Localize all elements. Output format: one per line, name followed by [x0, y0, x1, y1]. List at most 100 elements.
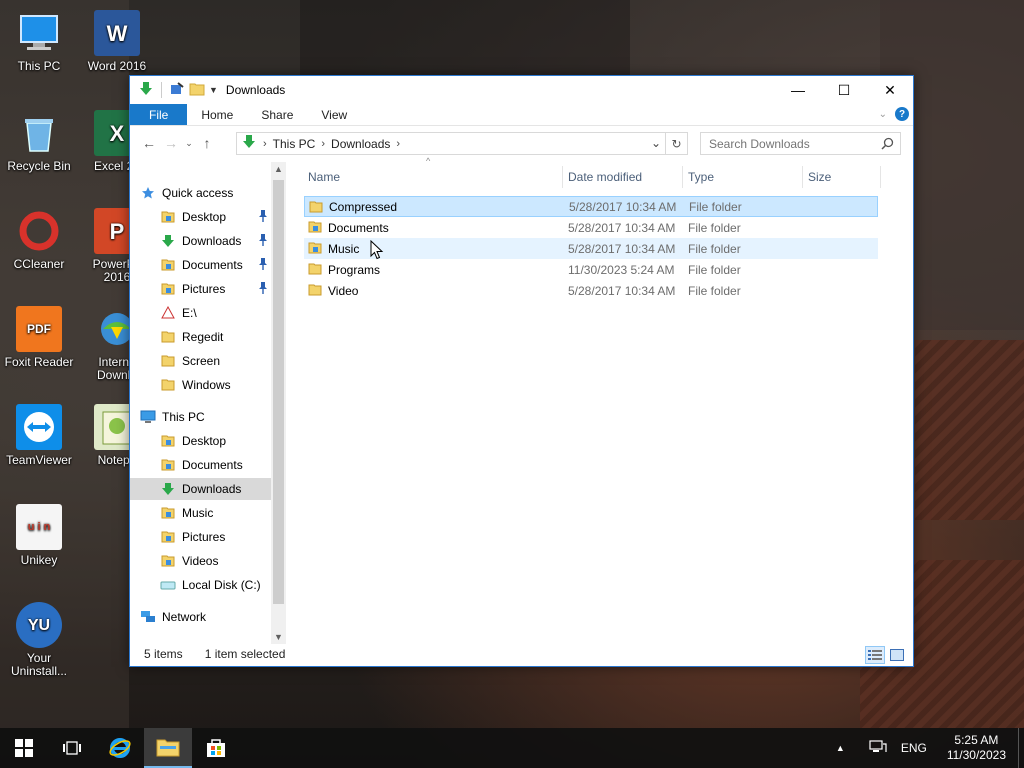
teamviewer-icon: [16, 404, 62, 450]
nav-pc-item-pictures[interactable]: Pictures: [130, 526, 271, 548]
input-language[interactable]: ENG: [893, 741, 935, 755]
nav-quick-item-regedit[interactable]: Regedit: [130, 326, 271, 348]
show-desktop-button[interactable]: [1018, 728, 1024, 768]
forward-arrow-icon[interactable]: →: [160, 135, 182, 151]
refresh-icon[interactable]: ↻: [665, 133, 687, 154]
folder-icon: [160, 481, 176, 497]
column-header-date-modified[interactable]: Date modified: [568, 162, 642, 192]
show-hidden-icons-chevron-icon[interactable]: ▲: [818, 743, 863, 753]
close-button[interactable]: ✕: [867, 76, 913, 104]
customize-toolbar-chevron-icon[interactable]: ▼: [209, 85, 218, 95]
store-bag-icon: [207, 739, 225, 757]
taskbar-file-explorer[interactable]: [144, 728, 192, 768]
nav-pc-item-music[interactable]: Music: [130, 502, 271, 524]
folder-icon: [160, 209, 176, 225]
file-row-music[interactable]: Music 5/28/2017 10:34 AM File folder: [304, 238, 878, 259]
nav-quick-item-e[interactable]: E:\: [130, 302, 271, 324]
recycle-bin-icon: [16, 110, 62, 156]
new-folder-icon[interactable]: [189, 81, 205, 100]
nav-quick-item-desktop[interactable]: Desktop: [130, 206, 271, 228]
breadcrumb-this-pc[interactable]: This PC: [273, 137, 316, 151]
desktop-icon-word[interactable]: W Word 2016: [78, 10, 156, 73]
desktop-icon-recycle-bin[interactable]: Recycle Bin: [0, 110, 78, 173]
desktop-icon-this-pc[interactable]: This PC: [0, 10, 78, 73]
column-header-size[interactable]: Size: [808, 162, 831, 192]
address-bar[interactable]: › This PC › Downloads › ⌄ ↻: [236, 132, 688, 155]
file-row-documents[interactable]: Documents 5/28/2017 10:34 AM File folder: [304, 217, 878, 238]
nav-quick-item-screen[interactable]: Screen: [130, 350, 271, 372]
expand-ribbon-chevron-icon[interactable]: ⌄: [879, 109, 887, 120]
title-bar[interactable]: ▼ Downloads — ☐ ✕: [130, 76, 913, 104]
desktop-icon-ccleaner[interactable]: CCleaner: [0, 208, 78, 271]
network-status-icon[interactable]: [863, 739, 893, 757]
column-divider[interactable]: [802, 166, 803, 188]
nav-pc-item-documents[interactable]: Documents: [130, 454, 271, 476]
selected-count: 1 item selected: [204, 647, 286, 661]
breadcrumb-chevron-icon[interactable]: ›: [396, 138, 400, 150]
item-count: 5 items: [144, 647, 183, 661]
desktop-icon-label: Unikey: [20, 553, 58, 567]
up-arrow-icon[interactable]: ↑: [196, 135, 218, 151]
file-type: File folder: [688, 241, 741, 256]
taskbar-internet-explorer[interactable]: [96, 728, 144, 768]
nav-quick-item-pictures[interactable]: Pictures: [130, 278, 271, 300]
details-view-button[interactable]: [865, 646, 885, 664]
column-divider[interactable]: [562, 166, 563, 188]
tab-file[interactable]: File: [130, 104, 188, 125]
tab-home[interactable]: Home: [187, 104, 247, 125]
breadcrumb-chevron-icon[interactable]: ›: [321, 138, 325, 150]
nav-pc-item-desktop[interactable]: Desktop: [130, 430, 271, 452]
nav-this-pc[interactable]: This PC: [140, 406, 281, 428]
search-box[interactable]: [700, 132, 901, 155]
breadcrumb-downloads[interactable]: Downloads: [331, 137, 390, 151]
nav-item-label: Documents: [182, 258, 243, 272]
breadcrumb-chevron-icon[interactable]: ›: [263, 138, 267, 150]
taskbar-store[interactable]: [192, 728, 240, 768]
minimize-button[interactable]: —: [775, 76, 821, 104]
nav-pc-item-downloads[interactable]: Downloads: [130, 478, 271, 500]
tab-view[interactable]: View: [307, 104, 361, 125]
nav-quick-item-documents[interactable]: Documents: [130, 254, 271, 276]
nav-quick-access[interactable]: Quick access: [140, 182, 281, 204]
properties-icon[interactable]: [169, 81, 185, 100]
back-arrow-icon[interactable]: ←: [138, 135, 160, 151]
file-row-programs[interactable]: Programs 11/30/2023 5:24 AM File folder: [304, 259, 878, 280]
address-dropdown-chevron-icon[interactable]: ⌄: [651, 136, 661, 150]
file-date-modified: 5/28/2017 10:34 AM: [568, 241, 676, 256]
scroll-up-arrow-icon[interactable]: ▲: [271, 164, 286, 174]
folder-icon: [160, 553, 176, 569]
tab-share[interactable]: Share: [247, 104, 307, 125]
nav-quick-item-downloads[interactable]: Downloads: [130, 230, 271, 252]
start-button[interactable]: [0, 728, 48, 768]
column-header-type[interactable]: Type: [688, 162, 714, 192]
scrollbar-thumb[interactable]: [273, 180, 284, 604]
nav-network[interactable]: Network: [140, 606, 281, 628]
nav-pc-item-local-disk-c[interactable]: Local Disk (C:): [130, 574, 271, 596]
column-divider[interactable]: [880, 166, 881, 188]
file-row-video[interactable]: Video 5/28/2017 10:34 AM File folder: [304, 280, 878, 301]
clock[interactable]: 5:25 AM 11/30/2023: [935, 733, 1018, 763]
task-view-button[interactable]: [48, 728, 96, 768]
large-icons-view-button[interactable]: [887, 646, 907, 664]
window-title: Downloads: [225, 83, 286, 97]
desktop-icon-your-uninstaller[interactable]: YU Your Uninstall...: [0, 602, 78, 678]
column-header-name[interactable]: Name: [308, 162, 340, 192]
scroll-down-arrow-icon[interactable]: ▼: [271, 632, 286, 642]
clock-date: 11/30/2023: [946, 748, 1006, 762]
network-icon: [140, 609, 156, 625]
file-row-compressed[interactable]: Compressed 5/28/2017 10:34 AM File folder: [304, 196, 878, 217]
navigation-scrollbar[interactable]: ▲ ▼: [271, 162, 286, 644]
recent-locations-chevron-icon[interactable]: ⌄: [182, 138, 196, 149]
desktop-icon-foxit-reader[interactable]: PDF Foxit Reader: [0, 306, 78, 369]
search-input[interactable]: [701, 136, 876, 151]
maximize-button[interactable]: ☐: [821, 76, 867, 104]
search-icon[interactable]: [881, 137, 894, 153]
nav-pc-item-videos[interactable]: Videos: [130, 550, 271, 572]
help-icon[interactable]: ?: [895, 107, 909, 121]
desktop-icon-teamviewer[interactable]: TeamViewer: [0, 404, 78, 467]
nav-quick-item-windows[interactable]: Windows: [130, 374, 271, 396]
column-divider[interactable]: [682, 166, 683, 188]
desktop-icon-unikey[interactable]: u i n Unikey: [0, 504, 78, 567]
folder-icon: [160, 305, 176, 321]
file-type: File folder: [688, 283, 741, 298]
